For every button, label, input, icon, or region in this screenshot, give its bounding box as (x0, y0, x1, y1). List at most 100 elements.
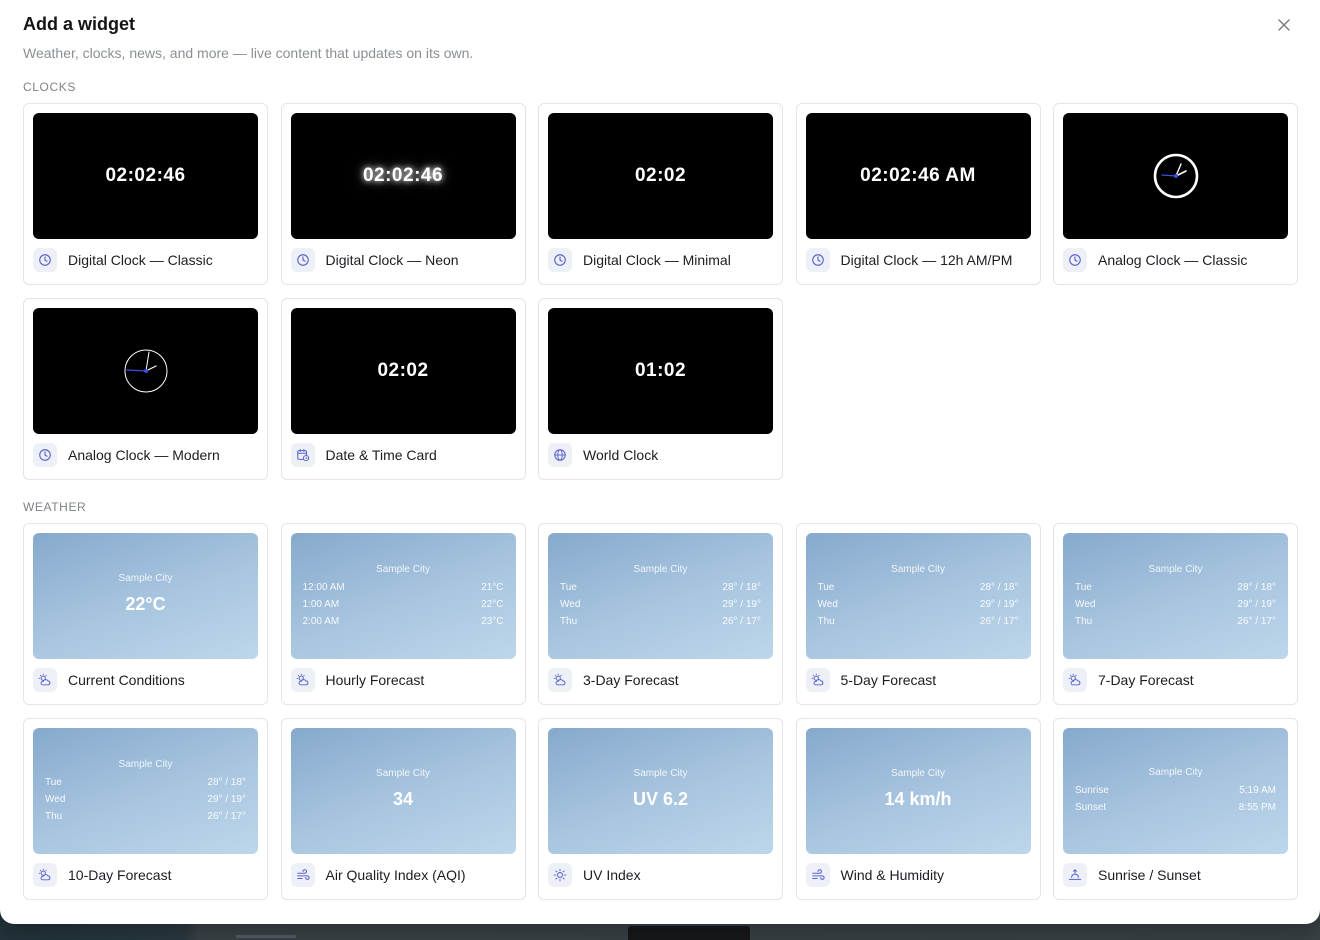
forecast-row: Tue 28° / 18° (560, 582, 761, 593)
clock-icon (805, 248, 830, 272)
widget-card-3-day-forecast[interactable]: Sample City Tue 28° / 18° Wed 29° / 19° Th… (538, 523, 783, 705)
widget-preview: Sample City Tue 28° / 18° Wed 29° / 19° Th… (33, 728, 258, 854)
clock-icon (33, 443, 57, 467)
widget-card-label: World Clock (583, 447, 659, 463)
dialog-title: Add a widget (23, 14, 135, 34)
forecast-rows: Tue 28° / 18° Wed 29° / 19° Thu 26° / 17° (45, 774, 246, 825)
wind-icon (805, 863, 830, 887)
clock-preview-time: 02:02 (634, 165, 687, 186)
clock-icon (33, 248, 57, 272)
widget-card-label: Sunrise / Sunset (1098, 867, 1201, 883)
analog-clock-face-icon (1153, 153, 1198, 199)
forecast-row: Wed 29° / 19° (817, 599, 1019, 610)
backdrop-element (628, 926, 750, 940)
widget-card-label: Digital Clock — Neon (325, 252, 459, 268)
clock-preview-time: 02:02:46 AM (860, 165, 976, 186)
widget-preview: 02:02:46 AM (805, 113, 1031, 239)
forecast-row: 12:00 AM 21°C (302, 582, 504, 593)
forecast-row: Thu 26° / 17° (45, 811, 246, 822)
close-button[interactable] (1272, 13, 1296, 37)
analog-clock-face-icon (124, 349, 167, 393)
widget-card-digital-clock-minimal[interactable]: 02:02 Digital Clock — Minimal (538, 103, 783, 285)
widget-preview: Sample City Tue 28° / 18° Wed 29° / 19° Th… (805, 533, 1031, 659)
weather-city: Sample City (118, 573, 173, 584)
clock-preview-time: 02:02 (377, 360, 429, 381)
widget-card-uv-index[interactable]: Sample City UV 6.2 UV Index (538, 718, 783, 900)
widget-card-10-day-forecast[interactable]: Sample City Tue 28° / 18° Wed 29° / 19° Th… (23, 718, 268, 900)
weather-city: Sample City (633, 564, 688, 575)
widget-card-label: 3-Day Forecast (583, 672, 679, 688)
weather-city: Sample City (1148, 767, 1203, 778)
widget-card-label: Digital Clock — Minimal (583, 252, 731, 268)
close-icon (1278, 19, 1290, 31)
sun-cloud-icon (1063, 668, 1087, 692)
sun-time-row: Sunrise 5:19 AM (1075, 785, 1276, 796)
widget-card-analog-clock-modern[interactable]: Analog Clock — Modern (23, 298, 268, 480)
forecast-row: 2:00 AM 23°C (302, 616, 504, 627)
widget-preview: Sample City Sunrise 5:19 AM Sunset 8:55 PM (1063, 728, 1288, 854)
forecast-row: Tue 28° / 18° (1075, 582, 1276, 593)
widget-preview: Sample City 12:00 AM 21°C 1:00 AM 22°C 2:0… (290, 533, 516, 659)
widget-card-air-quality-index[interactable]: Sample City 34 Air Quality Index (AQI) (280, 718, 526, 900)
widget-preview: Sample City Tue 28° / 18° Wed 29° / 19° Th… (548, 533, 773, 659)
widget-preview: 02:02:46 (33, 113, 258, 239)
widget-card-5-day-forecast[interactable]: Sample City Tue 28° / 18° Wed 29° / 19° Th… (795, 523, 1041, 705)
section-label-clocks: CLOCKS (23, 80, 76, 94)
widget-preview: 02:02 (290, 308, 516, 434)
sun-times-rows: Sunrise 5:19 AM Sunset 8:55 PM (1075, 782, 1276, 816)
widget-card-digital-clock-classic[interactable]: 02:02:46 Digital Clock — Classic (23, 103, 268, 285)
dialog-subtitle: Weather, clocks, news, and more — live c… (23, 45, 474, 61)
widget-card-label: 5-Day Forecast (840, 672, 937, 688)
widget-card-label: Digital Clock — 12h AM/PM (840, 252, 1013, 268)
widget-preview: Sample City 22°C (33, 533, 258, 659)
widget-card-7-day-forecast[interactable]: Sample City Tue 28° / 18° Wed 29° / 19° Th… (1053, 523, 1298, 705)
widget-card-label: Wind & Humidity (840, 867, 944, 883)
widget-card-label: Current Conditions (68, 672, 185, 688)
widget-card-label: Digital Clock — Classic (68, 252, 213, 268)
forecast-row: Wed 29° / 19° (560, 599, 761, 610)
widget-preview: Sample City Tue 28° / 18° Wed 29° / 19° Th… (1063, 533, 1288, 659)
widget-preview (33, 308, 258, 434)
widget-card-world-clock[interactable]: 01:02 World Clock (538, 298, 783, 480)
forecast-row: Wed 29° / 19° (45, 794, 246, 805)
forecast-row: Thu 26° / 17° (560, 616, 761, 627)
widget-card-label: Analog Clock — Modern (68, 447, 220, 463)
sunrise-icon (1063, 863, 1087, 887)
sun-cloud-icon (548, 668, 572, 692)
widget-card-current-conditions[interactable]: Sample City 22°C Current Conditions (23, 523, 268, 705)
widget-card-hourly-forecast[interactable]: Sample City 12:00 AM 21°C 1:00 AM 22°C 2:0… (280, 523, 526, 705)
forecast-rows: Tue 28° / 18° Wed 29° / 19° Thu 26° / 17° (560, 579, 761, 630)
clock-icon (290, 248, 315, 272)
forecast-row: Tue 28° / 18° (817, 582, 1019, 593)
sun-time-row: Sunset 8:55 PM (1075, 802, 1276, 813)
widget-card-label: 7-Day Forecast (1098, 672, 1194, 688)
calendar-clock-icon (290, 443, 315, 467)
clock-preview-time: 02:02:46 (105, 165, 186, 186)
widget-preview: Sample City 34 (290, 728, 516, 854)
widget-card-wind-humidity[interactable]: Sample City 14 km/h Wind & Humidity (795, 718, 1041, 900)
widget-card-digital-clock-neon[interactable]: 02:02:46 Digital Clock — Neon (280, 103, 526, 285)
weather-city: Sample City (376, 768, 430, 779)
forecast-row: Tue 28° / 18° (45, 777, 246, 788)
forecast-rows: 12:00 AM 21°C 1:00 AM 22°C 2:00 AM 23°C (303, 579, 504, 630)
widget-card-date-time[interactable]: 02:02 Date & Time Card (280, 298, 526, 480)
sun-cloud-icon (805, 668, 830, 692)
sun-cloud-icon (290, 668, 315, 692)
clocks-grid: 02:02:46 Digital Clock — Classic 02:02:4… (23, 103, 1298, 480)
forecast-rows: Tue 28° / 18° Wed 29° / 19° Thu 26° / 17° (818, 579, 1019, 630)
widget-card-digital-clock-12h[interactable]: 02:02:46 AM Digital Clock — 12h AM/PM (795, 103, 1041, 285)
add-widget-dialog: Add a widget Weather, clocks, news, and … (0, 0, 1320, 924)
section-label-weather: WEATHER (23, 500, 87, 514)
forecast-row: Thu 26° / 17° (1075, 616, 1276, 627)
weather-value: 34 (392, 789, 414, 809)
widget-card-label: Analog Clock — Classic (1098, 252, 1248, 268)
widget-preview: Sample City UV 6.2 (548, 728, 773, 854)
forecast-rows: Tue 28° / 18° Wed 29° / 19° Thu 26° / 17° (1075, 579, 1276, 630)
widget-preview: Sample City 14 km/h (805, 728, 1031, 854)
widget-card-sunrise-sunset[interactable]: Sample City Sunrise 5:19 AM Sunset 8:55 PM… (1053, 718, 1298, 900)
weather-value: UV 6.2 (632, 789, 689, 809)
weather-city: Sample City (118, 759, 173, 770)
forecast-row: Thu 26° / 17° (817, 616, 1019, 627)
widget-card-analog-clock-classic[interactable]: Analog Clock — Classic (1053, 103, 1298, 285)
widget-card-label: 10-Day Forecast (68, 867, 172, 883)
